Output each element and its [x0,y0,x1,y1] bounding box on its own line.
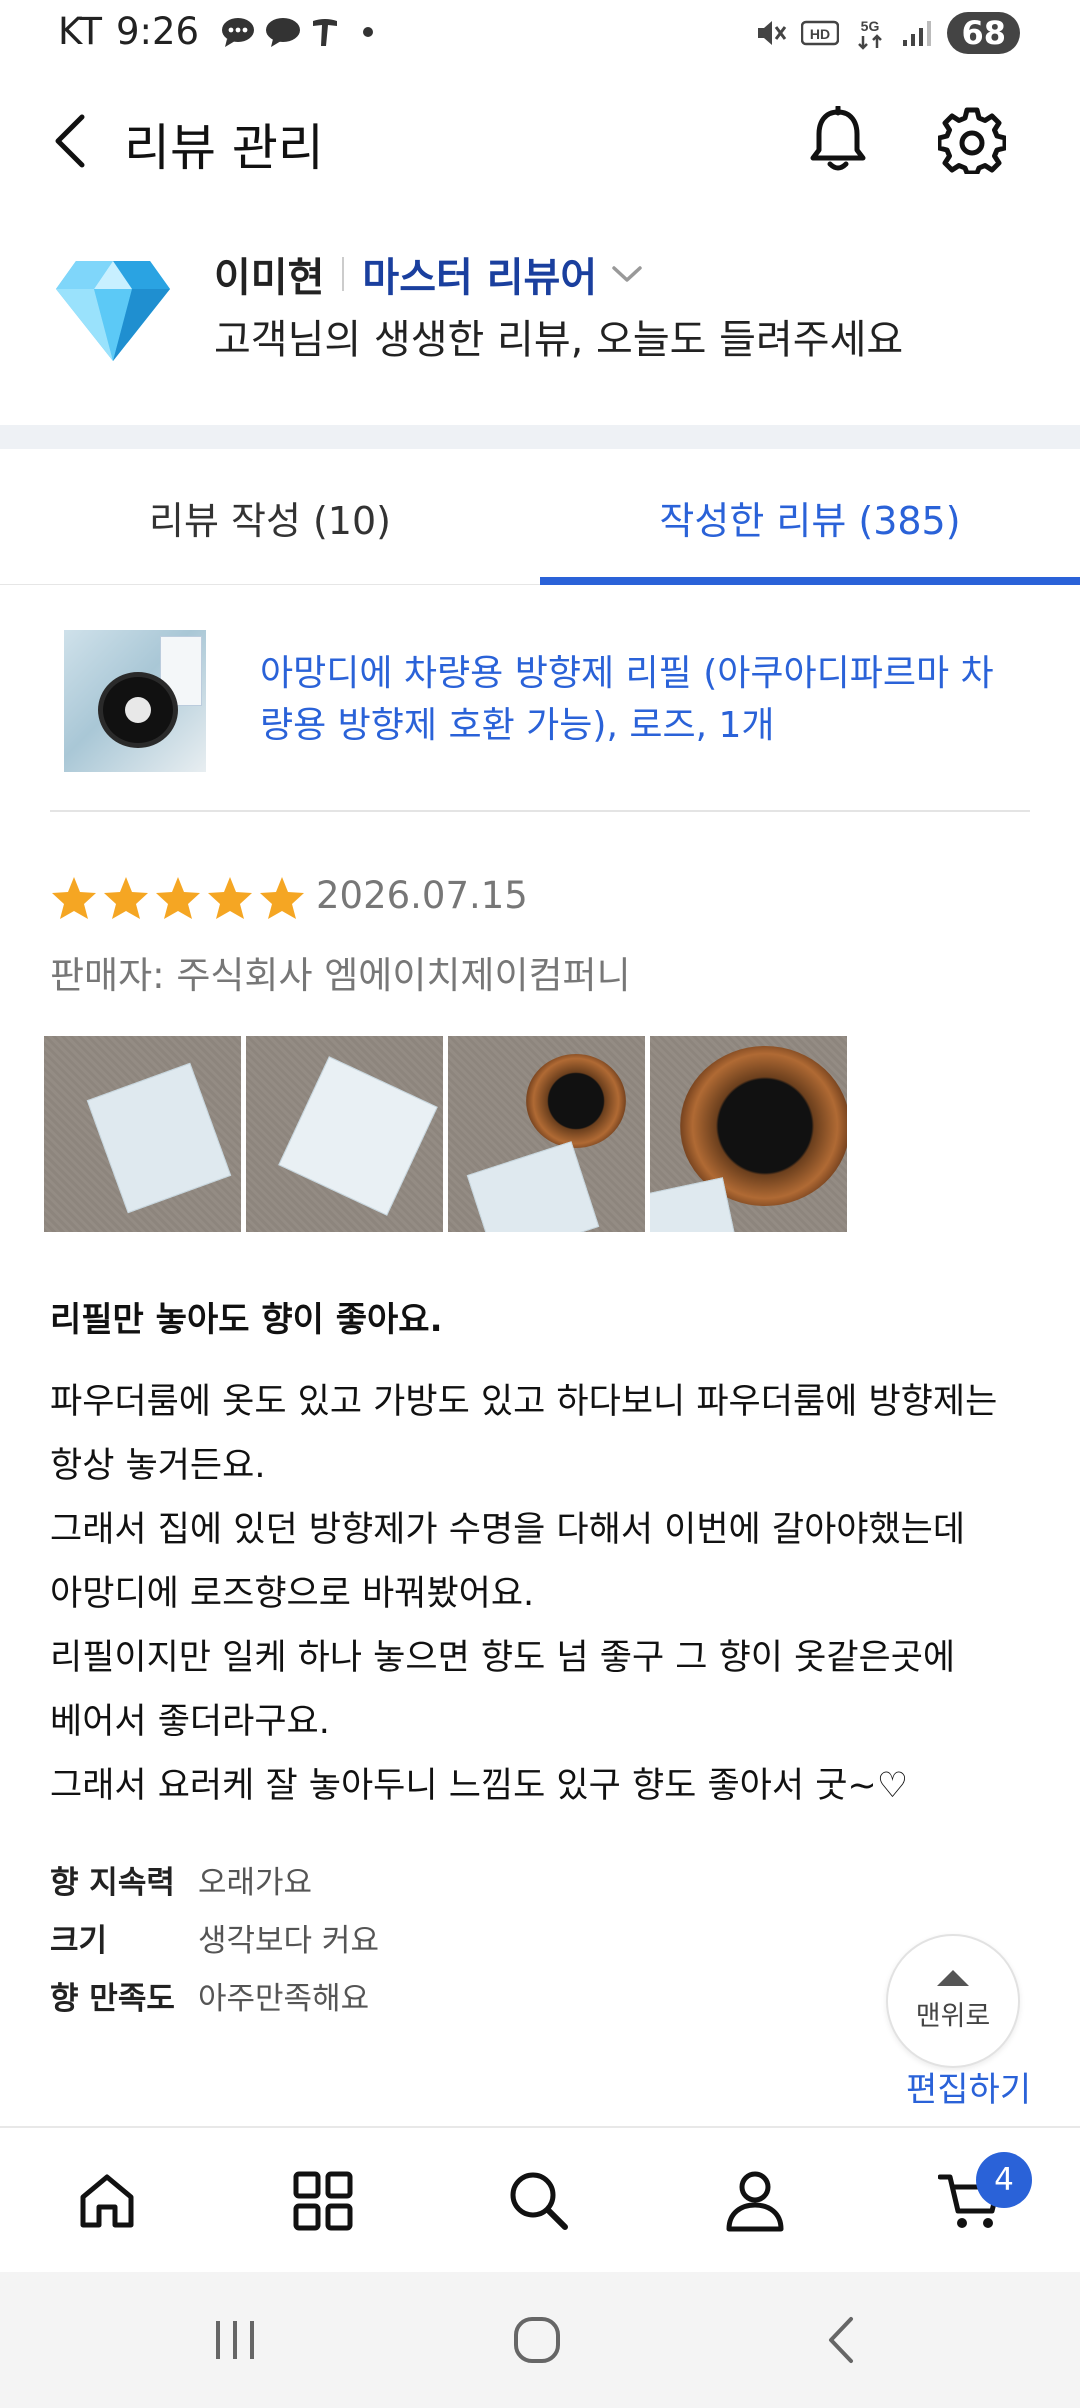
arrow-up-icon [937,1969,969,1986]
page-title: 리뷰 관리 [124,119,324,177]
reviewed-product[interactable]: 아망디에 차량용 방향제 리필 (아쿠아디파르마 차량용 방향제 호환 가능),… [50,612,1030,812]
section-divider [0,425,1080,449]
review-date: 2026.07.15 [316,874,528,917]
review-body-line: 항상 놓거든요. [50,1446,266,1486]
seller-name: 판매자: 주식회사 엠에이치제이컴퍼니 [50,954,631,997]
status-right: HD 5G 68 [755,12,1020,54]
attribute-key: 향 만족도 [50,1980,175,2017]
reviewer-name: 이미현 [214,255,325,301]
attribute-key: 크기 [50,1922,108,1959]
attribute-key: 향 지속력 [50,1864,175,1901]
attribute-row: 향 지속력 오래가요 [50,1850,379,1908]
settings-button[interactable] [934,100,1010,180]
thumbnail-puck-shape [98,672,178,748]
system-navigation-bar [0,2272,1080,2408]
home-circle-icon [514,2317,560,2363]
product-thumbnail[interactable] [64,630,206,772]
category-icon [293,2171,353,2231]
svg-text:HD: HD [810,26,830,42]
cart-count-badge: 4 [976,2152,1032,2208]
more-notifications-dot [363,26,374,37]
bottom-navigation: 4 [0,2126,1080,2272]
star-icon [260,877,304,919]
review-photo[interactable] [246,1036,443,1232]
scroll-to-top-button[interactable]: 맨위로 [886,1934,1020,2068]
star-icon [156,877,200,919]
reviewer-grade[interactable]: 마스터 리뷰어 [362,245,597,303]
chevron-down-icon[interactable] [611,264,643,284]
review-tabs: 리뷰 작성 (10) 작성한 리뷰 (385) [0,449,1080,585]
attribute-value: 오래가요 [198,1864,313,1901]
name-divider [342,257,345,291]
attribute-value: 아주만족해요 [198,1980,370,2017]
recent-apps-button[interactable] [190,2302,280,2378]
profile-subtitle: 고객님의 생생한 리뷰, 오늘도 들려주세요 [214,317,904,363]
review-body-line: 리필이지만 일케 하나 놓으면 향도 넘 좋구 그 향이 옷같은곳에 [50,1638,956,1678]
attribute-row: 향 만족도 아주만족해요 [50,1966,379,2024]
profile-name-row[interactable]: 이미현 마스터 리뷰어 [214,245,643,303]
back-system-button[interactable] [796,2302,886,2378]
star-rating [50,875,306,921]
reviewer-profile: 이미현 마스터 리뷰어 고객님의 생생한 리뷰, 오늘도 들려주세요 [0,235,1080,385]
notifications-button[interactable] [800,100,876,180]
home-icon [80,2174,134,2228]
search-icon [510,2172,568,2230]
network-5g-icon: 5G [858,18,883,50]
gear-icon [938,107,1006,174]
tab-written-reviews[interactable]: 작성한 리뷰 (385) [540,449,1080,585]
star-icon [52,877,96,919]
nav-search[interactable] [494,2156,584,2246]
user-icon [726,2171,784,2232]
review-body-line: 아망디에 로즈향으로 바꿔봤어요. [50,1574,535,1614]
nav-my-page[interactable] [710,2156,800,2246]
review-body-line: 그래서 요러케 잘 놓아두니 느낌도 있구 향도 좋아서 굿~♡ [50,1766,909,1806]
t-icon [313,18,338,46]
review-body-line: 그래서 집에 있던 방향제가 수명을 다해서 이번에 갈아야했는데 [50,1510,966,1550]
review-photo[interactable] [650,1036,847,1232]
active-tab-indicator [540,577,1080,585]
scroll-to-top-label: 맨위로 [915,2000,991,2032]
bell-icon [810,106,866,171]
svg-text:5G: 5G [861,18,880,34]
status-bar: KT 9:26 HD 5G 68 [0,0,1080,70]
back-chevron-icon [829,2317,853,2363]
attribute-value: 생각보다 커요 [198,1922,379,1959]
nav-cart[interactable]: 4 [926,2152,1032,2246]
battery-level: 68 [947,12,1020,54]
notification-icons [221,17,339,47]
signal-icon [903,21,932,46]
app-header: 리뷰 관리 [0,90,1080,190]
product-title-link[interactable]: 아망디에 차량용 방향제 리필 (아쿠아디파르마 차량용 방향제 호환 가능),… [260,648,1020,752]
nav-home[interactable] [62,2156,152,2246]
back-arrow-icon [55,114,85,168]
talk-icon [266,17,301,47]
tab-write-review[interactable]: 리뷰 작성 (10) [0,449,540,585]
review-body-line: 파우더룸에 옷도 있고 가방도 있고 하다보니 파우더룸에 방향제는 [50,1382,998,1422]
review-photos [44,1036,847,1232]
carrier: KT [58,10,102,53]
diamond-badge-icon [56,261,170,361]
edit-review-link[interactable]: 편집하기 [906,2062,1031,2111]
home-system-button[interactable] [492,2302,582,2378]
review-photo[interactable] [448,1036,645,1232]
review-headline: 리필만 놓아도 향이 좋아요. [50,1300,443,1340]
clock: 9:26 [116,10,200,53]
back-button[interactable] [40,106,100,176]
star-icon [208,877,252,919]
attribute-row: 크기 생각보다 커요 [50,1908,379,1966]
nav-category[interactable] [278,2156,368,2246]
mute-icon [758,21,787,45]
review-body: 파우더룸에 옷도 있고 가방도 있고 하다보니 파우더룸에 방향제는 항상 놓거… [50,1370,1040,1818]
recent-apps-icon [216,2321,254,2359]
review-body-line: 베어서 좋더라구요. [50,1702,330,1742]
review-photo[interactable] [44,1036,241,1232]
chat-bubble-icon [222,17,255,47]
hd-icon: HD [801,20,840,46]
star-icon [104,877,148,919]
review-attributes: 향 지속력 오래가요 크기 생각보다 커요 향 만족도 아주만족해요 [50,1850,379,2024]
status-left: KT 9:26 [58,10,374,53]
